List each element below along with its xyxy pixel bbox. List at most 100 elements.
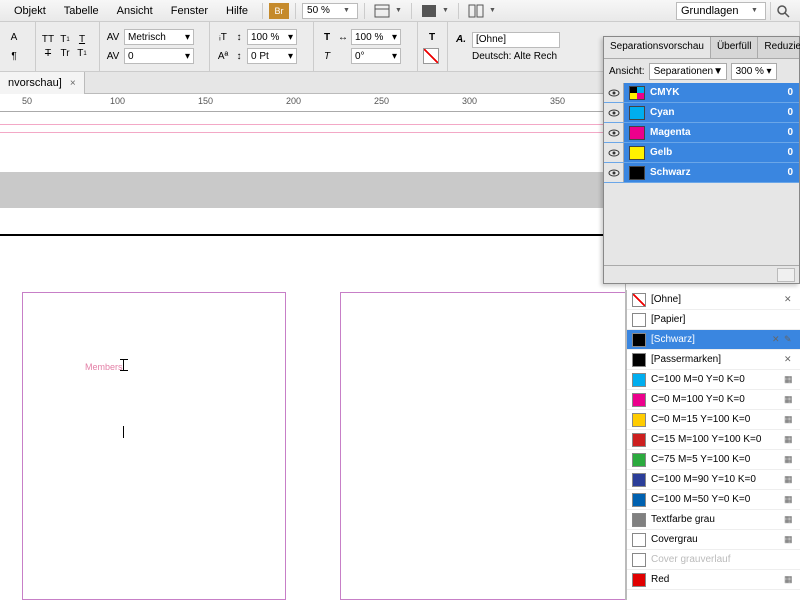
channel-value: 0 (787, 167, 799, 178)
canvas-text: Members (85, 362, 123, 372)
tab-trap[interactable]: Überfüll (711, 37, 758, 58)
panel-trash-icon[interactable] (777, 268, 795, 282)
swatch-row[interactable]: Textfarbe grau▦ (627, 510, 800, 530)
channel-row[interactable]: CMYK0 (604, 83, 799, 103)
menu-hilfe[interactable]: Hilfe (218, 2, 256, 20)
tracking-field[interactable]: 0▾ (124, 48, 194, 64)
swatch-row[interactable]: C=100 M=50 Y=0 K=0▦ (627, 490, 800, 510)
swatch-color (632, 373, 646, 387)
swatch-color (632, 473, 646, 487)
channel-swatch (629, 106, 645, 120)
swatch-row[interactable]: [Schwarz]✕✎ (627, 330, 800, 350)
menu-objekt[interactable]: Objekt (6, 2, 54, 20)
visibility-icon[interactable] (604, 83, 624, 102)
channel-row[interactable]: Magenta0 (604, 123, 799, 143)
view-options-icon[interactable] (371, 2, 393, 20)
noedit-icon: ✕ (784, 294, 796, 305)
swatch-color (632, 413, 646, 427)
swatch-row[interactable]: C=75 M=5 Y=100 K=0▦ (627, 450, 800, 470)
channel-value: 0 (787, 107, 799, 118)
insertion-point (123, 426, 124, 438)
stroke-none-icon[interactable] (423, 48, 439, 64)
language-field[interactable]: Deutsch: Alte Rech (472, 51, 557, 62)
tab-flatten[interactable]: Reduzie (758, 37, 800, 58)
swatch-color (632, 393, 646, 407)
swatch-color (632, 573, 646, 587)
menu-ansicht[interactable]: Ansicht (109, 2, 161, 20)
fill-icon[interactable]: T (423, 29, 441, 45)
swatch-row[interactable]: C=0 M=100 Y=0 K=0▦ (627, 390, 800, 410)
swatch-name: Textfarbe grau (651, 514, 784, 525)
document-canvas[interactable]: Members (0, 114, 626, 600)
swatch-color (632, 453, 646, 467)
swatch-row[interactable]: C=0 M=15 Y=100 K=0▦ (627, 410, 800, 430)
swatch-row[interactable]: C=100 M=0 Y=0 K=0▦ (627, 370, 800, 390)
swatch-row[interactable]: [Papier] (627, 310, 800, 330)
swatch-name: C=100 M=50 Y=0 K=0 (651, 494, 784, 505)
zoom-level[interactable]: 50 %▼ (302, 3, 358, 19)
para-format-icon[interactable]: ¶ (5, 48, 23, 64)
cmyk-icon: ▦ (784, 434, 796, 445)
swatch-color (632, 493, 646, 507)
kerning-field[interactable]: Metrisch▾ (124, 29, 194, 45)
swatch-row[interactable]: C=100 M=90 Y=10 K=0▦ (627, 470, 800, 490)
swatch-row[interactable]: Red▦ (627, 570, 800, 590)
workspace-switcher[interactable]: Grundlagen▼ (676, 2, 766, 20)
view-mode-dropdown[interactable]: Separationen▼ (649, 63, 727, 80)
cmyk-icon: ▦ (784, 394, 796, 405)
channel-name: CMYK (650, 87, 787, 98)
swatch-row[interactable]: [Ohne]✕ (627, 290, 800, 310)
document-tab[interactable]: nvorschau]× (0, 72, 85, 94)
channel-value: 0 (787, 87, 799, 98)
hscale-field[interactable]: 100 %▾ (351, 29, 401, 45)
swatch-color (632, 533, 646, 547)
visibility-icon[interactable] (604, 163, 624, 182)
ink-limit-dropdown[interactable]: 300 %▾ (731, 63, 777, 80)
search-icon[interactable] (770, 2, 794, 20)
screen-mode-icon[interactable] (418, 2, 440, 20)
visibility-icon[interactable] (604, 123, 624, 142)
channel-name: Gelb (650, 147, 787, 158)
swatch-row[interactable]: [Passermarken]✕ (627, 350, 800, 370)
swatch-name: C=75 M=5 Y=100 K=0 (651, 454, 784, 465)
char-format-icon[interactable]: A (5, 29, 23, 45)
pencil-icon: ✎ (784, 334, 796, 345)
swatch-row: Cover grauverlauf (627, 550, 800, 570)
ansicht-label: Ansicht: (609, 66, 645, 77)
visibility-icon[interactable] (604, 143, 624, 162)
visibility-icon[interactable] (604, 103, 624, 122)
cmyk-icon: ▦ (784, 534, 796, 545)
baseline-field[interactable]: 0 Pt▾ (247, 48, 297, 64)
swatches-panel: [Ohne]✕[Papier][Schwarz]✕✎[Passermarken]… (626, 290, 800, 600)
swatch-color (632, 313, 646, 327)
page-edge (0, 234, 625, 236)
channel-name: Magenta (650, 127, 787, 138)
menu-tabelle[interactable]: Tabelle (56, 2, 107, 20)
swatch-row[interactable]: Covergrau▦ (627, 530, 800, 550)
channel-value: 0 (787, 147, 799, 158)
text-frame-left[interactable] (22, 292, 286, 600)
skew-field[interactable]: 0°▾ (351, 48, 401, 64)
swatch-name: [Ohne] (651, 294, 784, 305)
menu-fenster[interactable]: Fenster (163, 2, 216, 20)
swatch-row[interactable]: C=15 M=100 Y=100 K=0▦ (627, 430, 800, 450)
vscale-field[interactable]: 100 %▾ (247, 29, 297, 45)
channel-swatch (629, 86, 645, 100)
swatch-name: [Papier] (651, 314, 796, 325)
channel-swatch (629, 166, 645, 180)
noedit-icon: ✕ (772, 334, 784, 345)
channel-row[interactable]: Gelb0 (604, 143, 799, 163)
channel-row[interactable]: Cyan0 (604, 103, 799, 123)
tab-separations[interactable]: Separationsvorschau (604, 37, 711, 58)
cmyk-icon: ▦ (784, 374, 796, 385)
text-frame-right[interactable] (340, 292, 626, 600)
arrange-icon[interactable] (465, 2, 487, 20)
cmyk-icon: ▦ (784, 454, 796, 465)
channel-row[interactable]: Schwarz0 (604, 163, 799, 183)
channel-name: Cyan (650, 107, 787, 118)
cmyk-icon: ▦ (784, 494, 796, 505)
bridge-icon[interactable]: Br (269, 3, 289, 19)
char-style-field[interactable]: [Ohne] (472, 32, 560, 48)
close-icon[interactable]: × (70, 78, 76, 89)
cmyk-icon: ▦ (784, 514, 796, 525)
